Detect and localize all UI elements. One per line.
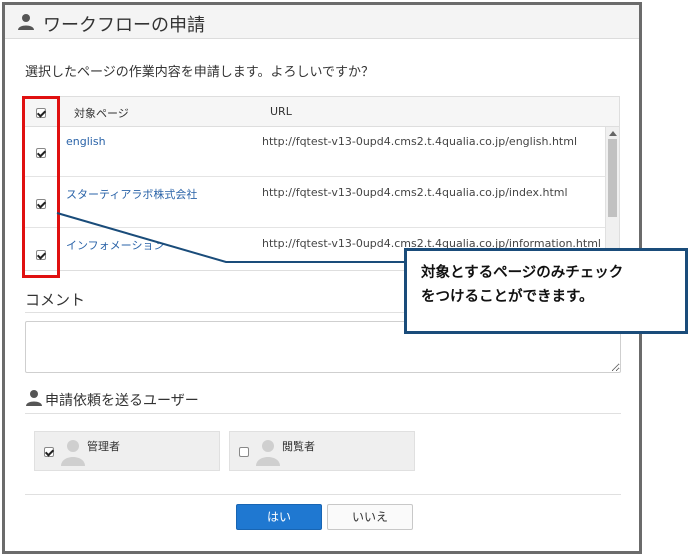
user-checkbox[interactable]: [239, 447, 249, 457]
user-name: 閲覧者: [282, 440, 315, 453]
avatar-icon: [256, 440, 280, 466]
yes-button[interactable]: はい: [236, 504, 322, 530]
user-checkbox[interactable]: [44, 447, 54, 457]
divider: [25, 413, 621, 414]
page-link[interactable]: スターティアラボ株式会社: [66, 186, 197, 202]
no-button[interactable]: いいえ: [327, 504, 413, 530]
annotation-callout: 対象とするページのみチェック をつけることができます。: [404, 248, 688, 334]
dialog-titlebar: ワークフローの申請: [5, 5, 639, 39]
page-link[interactable]: インフォメーション: [66, 237, 164, 253]
table-header: 対象ページ URL: [24, 97, 619, 127]
dialog-intro: 選択したページの作業内容を申請します。よろしいですか？: [25, 65, 375, 80]
comment-label: コメント: [25, 291, 86, 309]
column-header-url: URL: [270, 105, 292, 118]
user-icon: [26, 390, 42, 406]
column-header-page: 対象ページ: [74, 107, 129, 120]
checkbox-highlight-box: [22, 96, 60, 278]
callout-line-1: 対象とするページのみチェック: [421, 265, 624, 281]
divider: [25, 494, 621, 495]
users-heading: 申請依頼を送るユーザー: [45, 393, 199, 409]
page-link[interactable]: english: [66, 135, 106, 148]
callout-text: 対象とするページのみチェック をつけることができます。: [421, 261, 677, 309]
scroll-thumb[interactable]: [608, 139, 617, 217]
page-url: http://fqtest-v13-0upd4.cms2.t.4qualia.c…: [262, 186, 568, 199]
user-icon: [18, 14, 34, 30]
user-card-viewer[interactable]: 閲覧者: [229, 431, 415, 471]
page-url: http://fqtest-v13-0upd4.cms2.t.4qualia.c…: [262, 135, 578, 148]
table-row: english http://fqtest-v13-0upd4.cms2.t.4…: [24, 127, 605, 177]
table-row: スターティアラボ株式会社 http://fqtest-v13-0upd4.cms…: [24, 178, 605, 228]
dialog-title: ワークフローの申請: [43, 15, 205, 36]
target-pages-table: 対象ページ URL english http://fqtest-v13-0upd…: [23, 96, 620, 271]
scroll-up-arrow-icon[interactable]: [609, 131, 617, 136]
user-name: 管理者: [87, 440, 120, 453]
avatar-icon: [61, 440, 85, 466]
callout-line-2: をつけることができます。: [421, 289, 594, 305]
user-card-admin[interactable]: 管理者: [34, 431, 220, 471]
